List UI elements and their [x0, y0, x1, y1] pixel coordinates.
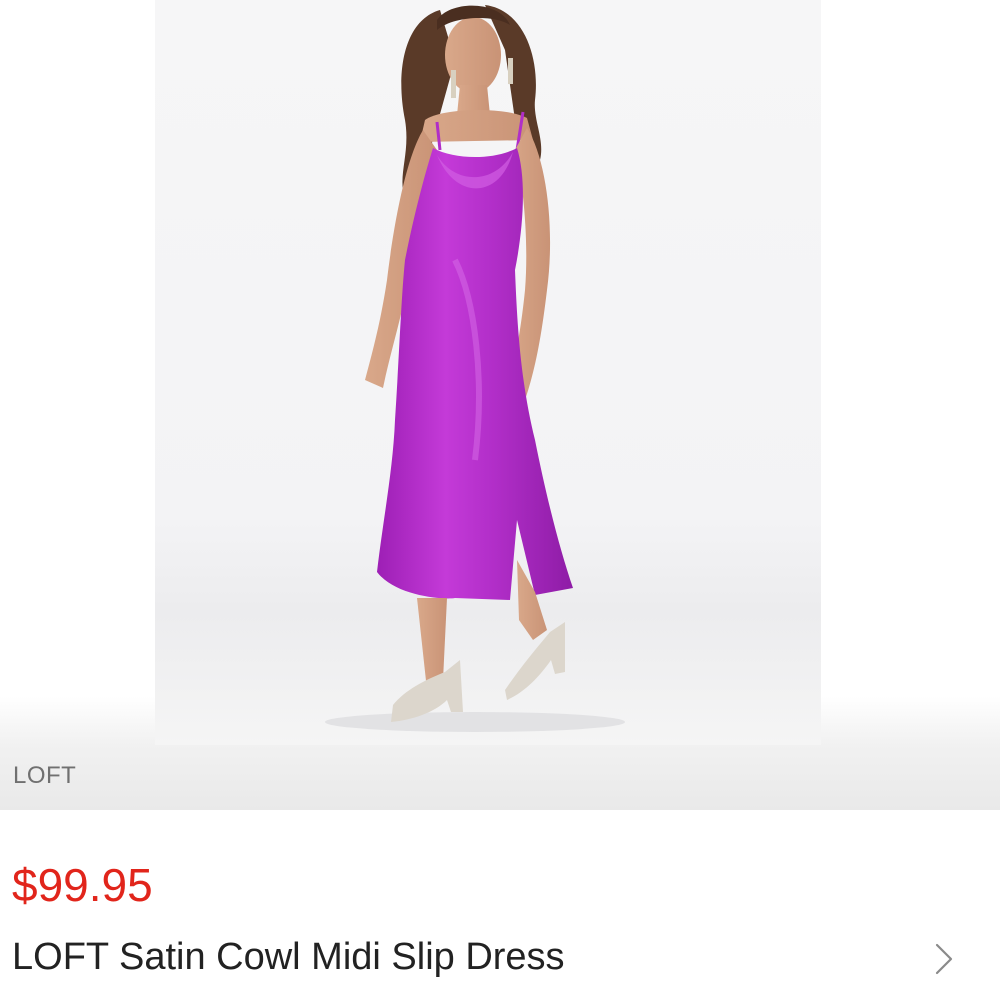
product-price: $99.95 — [12, 859, 153, 911]
brand-label: LOFT — [13, 762, 77, 789]
chevron-right-icon[interactable] — [932, 942, 956, 976]
dress-model-illustration — [325, 5, 625, 732]
product-image-area[interactable]: LOFT — [0, 0, 1000, 810]
product-info: $99.95 LOFT Satin Cowl Midi Slip Dress — [0, 810, 1000, 1000]
product-screen: LOFT $99.95 LOFT Satin Cowl Midi Slip Dr… — [0, 0, 1000, 1000]
product-title-row[interactable]: LOFT Satin Cowl Midi Slip Dress — [0, 930, 1000, 990]
product-title: LOFT Satin Cowl Midi Slip Dress — [12, 936, 565, 978]
product-photo[interactable] — [155, 0, 821, 745]
